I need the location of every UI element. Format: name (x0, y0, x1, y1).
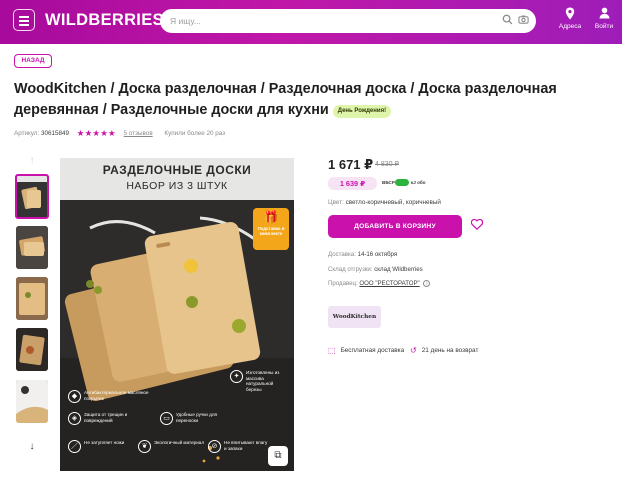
return-policy-label: 21 день на возврат (421, 347, 479, 354)
top-header: WILDBERRIES Адреса Войти (0, 0, 622, 44)
return-policy: ↺ 21 день на возврат (410, 346, 478, 355)
birthday-badge: День Рождения! (332, 105, 392, 118)
feature-antibacterial: Антибактериальное масляное покрытие (84, 390, 149, 401)
delivery-label: Доставка: (328, 251, 356, 258)
feature-knives: Не затупляет ножи (84, 440, 125, 445)
product-main-image[interactable]: РАЗДЕЛОЧНЫЕ ДОСКИ НАБОР ИЗ 3 ШТУК 🎁 Подс… (60, 158, 294, 471)
zoom-button[interactable]: ⧉ (268, 446, 288, 466)
burger-menu-button[interactable] (13, 9, 35, 31)
location-pin-icon (556, 7, 584, 23)
delivery-value: 14-16 октября (357, 251, 398, 258)
sbp-note: кЈ обо (411, 180, 426, 185)
article-number: 30615849 (40, 130, 70, 137)
sbp-label: ВБСР (382, 180, 395, 185)
free-delivery: ⬚ Бесплатная доставка (328, 346, 404, 355)
feature-cracks: Защита от трещин и повреждений (84, 412, 128, 423)
feature-handles: Удобные ручки для переноски (176, 412, 217, 423)
warehouse-value: склад Wildberries (374, 266, 423, 273)
brand-logo[interactable]: WoodKitchen (328, 306, 381, 328)
feature-eco: Экологичный материал (154, 440, 204, 445)
thumbnail[interactable] (16, 226, 48, 269)
product-meta: Артикул: 30615849 ★★★★★ 5 отзывов Купили… (14, 128, 225, 139)
product-title-text: WoodKitchen / Доска разделочная / Раздел… (14, 81, 557, 118)
warehouse-label: Склад отгрузки: (328, 266, 373, 273)
seller-link[interactable]: ООО "РЕСТОРАТОР" (359, 280, 419, 287)
info-icon[interactable]: i (423, 280, 431, 287)
knife-icon: ／ (68, 440, 81, 453)
login-label: Войти (594, 23, 614, 30)
gift-badge: 🎁 Подставка в комплекте (253, 208, 289, 250)
image-title-line1: РАЗДЕЛОЧНЫЕ ДОСКИ (102, 163, 252, 177)
camera-icon[interactable] (517, 14, 530, 27)
search-input[interactable] (170, 13, 490, 29)
thumbnail[interactable] (16, 380, 48, 423)
leaf-icon: ✦ (230, 370, 243, 383)
drop-icon: ◆ (68, 390, 81, 403)
thumbs-up-arrow-icon[interactable]: ↑ (26, 155, 38, 166)
wallet-price: 1 639 ₽ (328, 177, 377, 190)
back-button[interactable]: НАЗАД (14, 54, 52, 68)
thumbnail[interactable] (16, 328, 48, 371)
article-label: Артикул: (14, 130, 40, 137)
free-delivery-label: Бесплатная доставка (340, 347, 405, 354)
addresses-label: Адреса (558, 23, 582, 30)
thumbnail[interactable] (15, 174, 49, 219)
add-to-cart-button[interactable]: ДОБАВИТЬ В КОРЗИНУ (328, 215, 462, 238)
no-moisture-icon: ⊘ (208, 440, 221, 453)
rating-stars: ★★★★★ (76, 128, 116, 138)
login-button[interactable]: Войти (592, 7, 616, 30)
warehouse-row: Склад отгрузки: склад Wildberries (328, 266, 423, 273)
feature-birch: Изготовлены из массива натуральной берез… (246, 370, 280, 392)
feature-odors: Не впитывают влагу и запахи (224, 440, 268, 451)
current-price: 1 671 ₽ (328, 157, 374, 172)
shield-icon: ◈ (68, 412, 81, 425)
site-logo[interactable]: WILDBERRIES (45, 11, 164, 30)
boards-photo (60, 158, 294, 471)
image-title-line2: НАБОР ИЗ 3 ШТУК (126, 180, 228, 192)
thumbnail[interactable] (16, 277, 48, 320)
seller-label: Продавец: (328, 280, 358, 287)
gift-badge-text: Подставка в комплекте (257, 226, 285, 236)
thumbs-down-arrow-icon[interactable]: ↓ (26, 441, 38, 452)
return-arrow-icon: ↺ (410, 346, 417, 355)
handle-icon: ▭ (160, 412, 173, 425)
favorite-heart-icon[interactable] (470, 218, 484, 234)
reviews-link[interactable]: 5 отзывов (124, 130, 153, 137)
eco-leaf-icon: ❦ (138, 440, 151, 453)
sbp-badge-icon (395, 179, 409, 186)
addresses-button[interactable]: Адреса (556, 7, 584, 30)
delivery-row: Доставка: 14-16 октября (328, 251, 397, 258)
old-price: 4 830 ₽ (375, 161, 399, 168)
color-label: Цвет: (328, 199, 344, 206)
color-row: Цвет: светло-коричневый, коричневый (328, 199, 441, 206)
copy-icon: ⧉ (274, 450, 282, 461)
seller-row: Продавец: ООО "РЕСТОРАТОР" i (328, 280, 431, 287)
gift-icon: 🎁 (263, 210, 279, 224)
box-icon: ⬚ (328, 346, 336, 355)
search-icon[interactable] (501, 14, 514, 27)
color-value: светло-коричневый, коричневый (345, 199, 441, 206)
search-bar (160, 9, 536, 33)
user-icon (592, 7, 616, 23)
bought-count: Купили более 20 раз (164, 130, 226, 137)
product-title: WoodKitchen / Доска разделочная / Раздел… (14, 79, 622, 121)
